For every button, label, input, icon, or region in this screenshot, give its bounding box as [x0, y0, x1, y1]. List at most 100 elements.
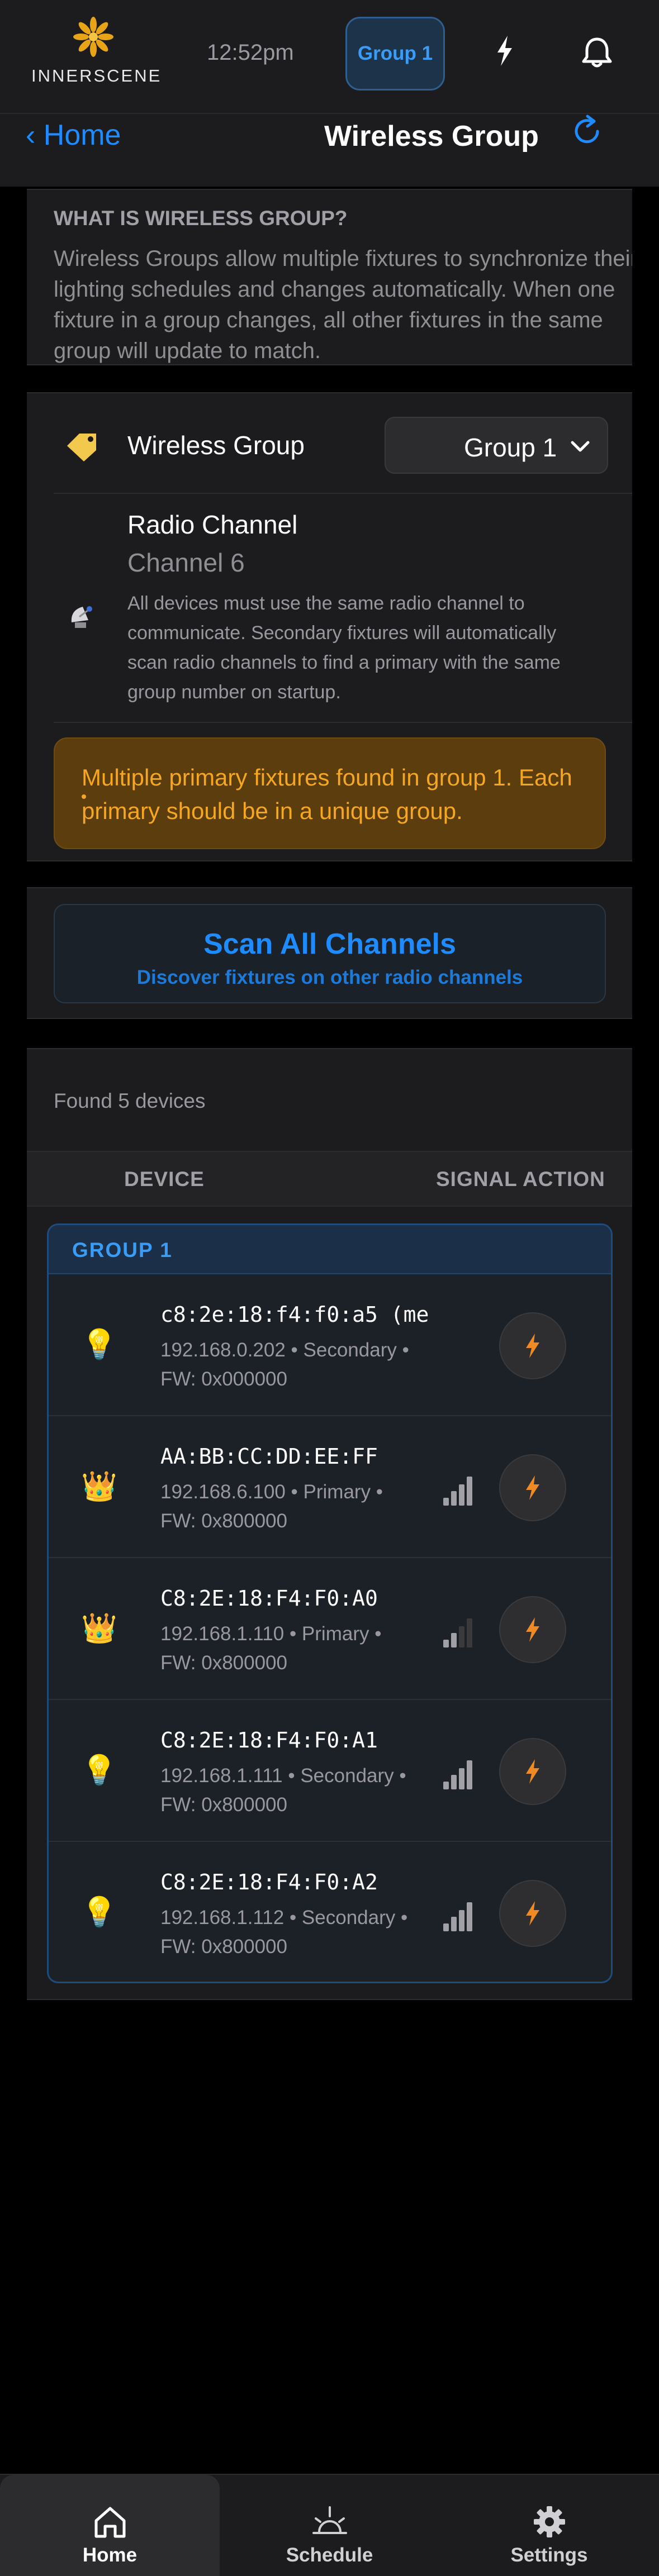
crown-icon: 👑	[81, 1470, 117, 1503]
device-mac: C8:2E:18:F4:F0:A2	[160, 1870, 378, 1894]
scan-title: Scan All Channels	[203, 928, 456, 960]
device-firmware: FW: 0x000000	[160, 1368, 287, 1390]
device-firmware: FW: 0x800000	[160, 1510, 287, 1532]
group-label: GROUP 1	[72, 1239, 173, 1261]
tab-home[interactable]: Home	[0, 2475, 220, 2576]
signal-strength-icon	[443, 1902, 477, 1931]
devices-card: Found 5 devices DEVICE SIGNAL ACTION GRO…	[27, 1048, 632, 2000]
refresh-icon[interactable]	[567, 112, 606, 151]
bolt-icon	[526, 1901, 539, 1926]
signal-bar	[467, 1477, 472, 1506]
signal-bar	[459, 1910, 464, 1931]
signal-bar	[443, 1640, 449, 1648]
bolt-icon	[526, 1334, 539, 1358]
column-device: DEVICE	[124, 1168, 205, 1191]
scan-subtitle: Discover fixtures on other radio channel…	[136, 966, 523, 988]
device-row[interactable]: 💡 C8:2E:18:F4:F0:A1 192.168.1.111 • Second…	[49, 1700, 611, 1842]
device-meta: 192.168.1.111 • Secondary • FW: 0x800000	[160, 1761, 423, 1820]
nav-bar: ‹ Home Wireless Group	[0, 114, 659, 187]
device-row[interactable]: 👑 AA:BB:CC:DD:EE:FF 192.168.6.100 • Primar…	[49, 1416, 611, 1558]
device-mac: AA:BB:CC:DD:EE:FF	[160, 1444, 378, 1469]
device-address-role: 192.168.1.112 • Secondary •	[160, 1907, 408, 1929]
info-card: WHAT IS WIRELESS GROUP? Wireless Groups …	[27, 189, 632, 365]
radio-channel-row: Radio Channel Channel 6 All devices must…	[54, 494, 632, 723]
clock-time: 12:52pm	[207, 40, 294, 65]
settings-card: Wireless Group Group 1 Radio Channel Cha…	[27, 392, 632, 861]
group-select[interactable]: Group 1	[385, 417, 608, 474]
signal-bar	[459, 1626, 464, 1648]
bell-icon[interactable]	[576, 31, 618, 74]
crown-icon: 👑	[81, 1612, 117, 1645]
device-address-role: 192.168.0.202 • Secondary •	[160, 1339, 409, 1361]
info-body: Wireless Groups allow multiple fixtures …	[54, 246, 632, 363]
bolt-icon	[526, 1617, 539, 1642]
identify-bolt-button[interactable]	[499, 1880, 566, 1947]
signal-strength-icon	[443, 1760, 477, 1789]
signal-bar	[443, 1498, 449, 1506]
device-meta: 192.168.1.112 • Secondary • FW: 0x800000	[160, 1903, 423, 1961]
signal-bar	[443, 1923, 449, 1931]
scan-all-channels-button[interactable]: Scan All Channels Discover fixtures on o…	[54, 904, 606, 1003]
device-meta: 192.168.6.100 • Primary • FW: 0x800000	[160, 1478, 423, 1536]
bulb-icon: 💡	[81, 1329, 117, 1361]
radio-channel-description: All devices must use the same radio chan…	[127, 593, 561, 703]
signal-bar	[451, 1775, 457, 1789]
device-row[interactable]: 💡 c8:2e:18:f4:f0:a5 (me) 192.168.0.202 • S…	[49, 1274, 611, 1416]
found-devices-count: Found 5 devices	[54, 1089, 206, 1112]
signal-bar	[467, 1618, 472, 1648]
warning-text: Multiple primary fixtures found in group…	[82, 764, 572, 824]
sunrise-icon	[312, 2506, 347, 2534]
tab-settings-label: Settings	[510, 2544, 588, 2566]
identify-bolt-button[interactable]	[499, 1738, 566, 1805]
signal-bar	[451, 1633, 457, 1648]
device-address-role: 192.168.6.100 • Primary •	[160, 1481, 383, 1503]
warning-banner: Multiple primary fixtures found in group…	[54, 737, 606, 849]
group-pill-button[interactable]: Group 1	[345, 17, 445, 91]
signal-bar	[443, 1782, 449, 1789]
identify-bolt-button[interactable]	[499, 1312, 566, 1379]
tab-settings[interactable]: Settings	[439, 2475, 659, 2576]
device-mac: C8:2E:18:F4:F0:A0	[160, 1586, 378, 1611]
signal-bar	[459, 1768, 464, 1789]
bulb-icon: 💡	[81, 1754, 117, 1787]
signal-bar	[467, 1902, 472, 1931]
bolt-icon	[526, 1475, 539, 1500]
signal-strength-icon	[443, 1618, 477, 1648]
tab-schedule[interactable]: Schedule	[220, 2475, 439, 2576]
signal-strength-icon	[443, 1477, 477, 1506]
info-title: WHAT IS WIRELESS GROUP?	[54, 207, 348, 230]
device-meta: 192.168.0.202 • Secondary • FW: 0x000000	[160, 1336, 423, 1394]
group-header: GROUP 1	[49, 1225, 611, 1274]
satellite-dish-icon	[71, 606, 92, 628]
page-title: Wireless Group	[324, 120, 539, 153]
group-select-value: Group 1	[464, 433, 557, 462]
signal-bar	[451, 1491, 457, 1506]
bolt-icon	[526, 1759, 539, 1784]
device-firmware: FW: 0x800000	[160, 1652, 287, 1674]
device-row[interactable]: 👑 C8:2E:18:F4:F0:A0 192.168.1.110 • Primar…	[49, 1558, 611, 1700]
back-home-link[interactable]: ‹ Home	[26, 118, 121, 152]
tab-bar: Home Schedule Settings	[0, 2474, 659, 2576]
device-firmware: FW: 0x800000	[160, 1794, 287, 1816]
identify-bolt-button[interactable]	[499, 1454, 566, 1521]
wireless-group-label: Wireless Group	[127, 431, 305, 460]
device-row[interactable]: 💡 C8:2E:18:F4:F0:A2 192.168.1.112 • Second…	[49, 1842, 611, 1982]
gear-icon	[534, 2506, 565, 2537]
scan-card: Scan All Channels Discover fixtures on o…	[27, 887, 632, 1019]
bolt-icon[interactable]	[485, 31, 524, 70]
device-meta: 192.168.1.110 • Primary • FW: 0x800000	[160, 1620, 423, 1678]
wireless-group-row: Wireless Group Group 1	[54, 393, 632, 494]
device-mac: C8:2E:18:F4:F0:A1	[160, 1728, 378, 1753]
device-address-role: 192.168.1.111 • Secondary •	[160, 1765, 406, 1787]
top-bar: INNERSCENE 12:52pm Group 1	[0, 0, 659, 114]
tab-home-label: Home	[82, 2544, 138, 2566]
identify-bolt-button[interactable]	[499, 1596, 566, 1663]
device-address-role: 192.168.1.110 • Primary •	[160, 1623, 382, 1645]
device-table-header: DEVICE SIGNAL ACTION	[27, 1151, 632, 1207]
chevron-down-icon	[571, 441, 590, 452]
radio-channel-value: Channel 6	[127, 548, 245, 577]
home-icon	[94, 2507, 126, 2538]
group-section: GROUP 1 💡 c8:2e:18:f4:f0:a5 (me) 192.168.0…	[47, 1223, 613, 1983]
device-firmware: FW: 0x800000	[160, 1936, 287, 1958]
signal-bar	[459, 1484, 464, 1506]
